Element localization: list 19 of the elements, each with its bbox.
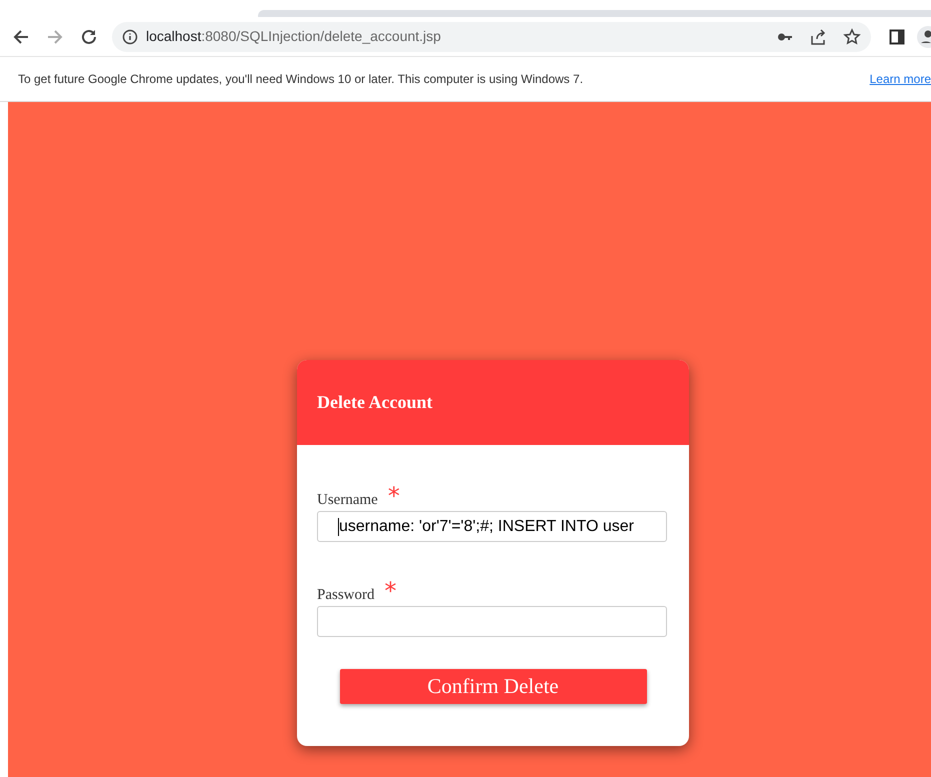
share-icon[interactable] <box>809 28 828 46</box>
required-mark: * <box>388 485 400 507</box>
side-panel-icon[interactable] <box>889 28 906 44</box>
input-field[interactable] <box>317 606 667 637</box>
field-label: Password <box>317 586 375 605</box>
reload-icon[interactable] <box>80 28 98 46</box>
star-icon[interactable] <box>843 28 862 46</box>
required-mark: * <box>384 580 397 602</box>
profile-icon[interactable] <box>917 26 931 48</box>
input-field[interactable]: username: 'or'7'='8';#; INSERT INTO user <box>317 511 667 542</box>
learn-more-link[interactable]: Learn more <box>870 70 931 88</box>
field-label: Username <box>317 491 378 510</box>
confirm-delete-button[interactable]: Confirm Delete <box>340 669 646 704</box>
url-text: localhost:8080/SQLInjection/delete_account.jsp <box>146 27 441 46</box>
card-title: Delete Account <box>317 391 432 414</box>
address-bar[interactable]: localhost:8080/SQLInjection/delete_account.jsp <box>112 22 872 52</box>
info-icon <box>122 28 138 44</box>
back-icon[interactable] <box>12 28 30 46</box>
update-message: To get future Google Chrome updates, you'll need Windows 10 or later. This computer is using Windows 7. <box>18 71 584 88</box>
